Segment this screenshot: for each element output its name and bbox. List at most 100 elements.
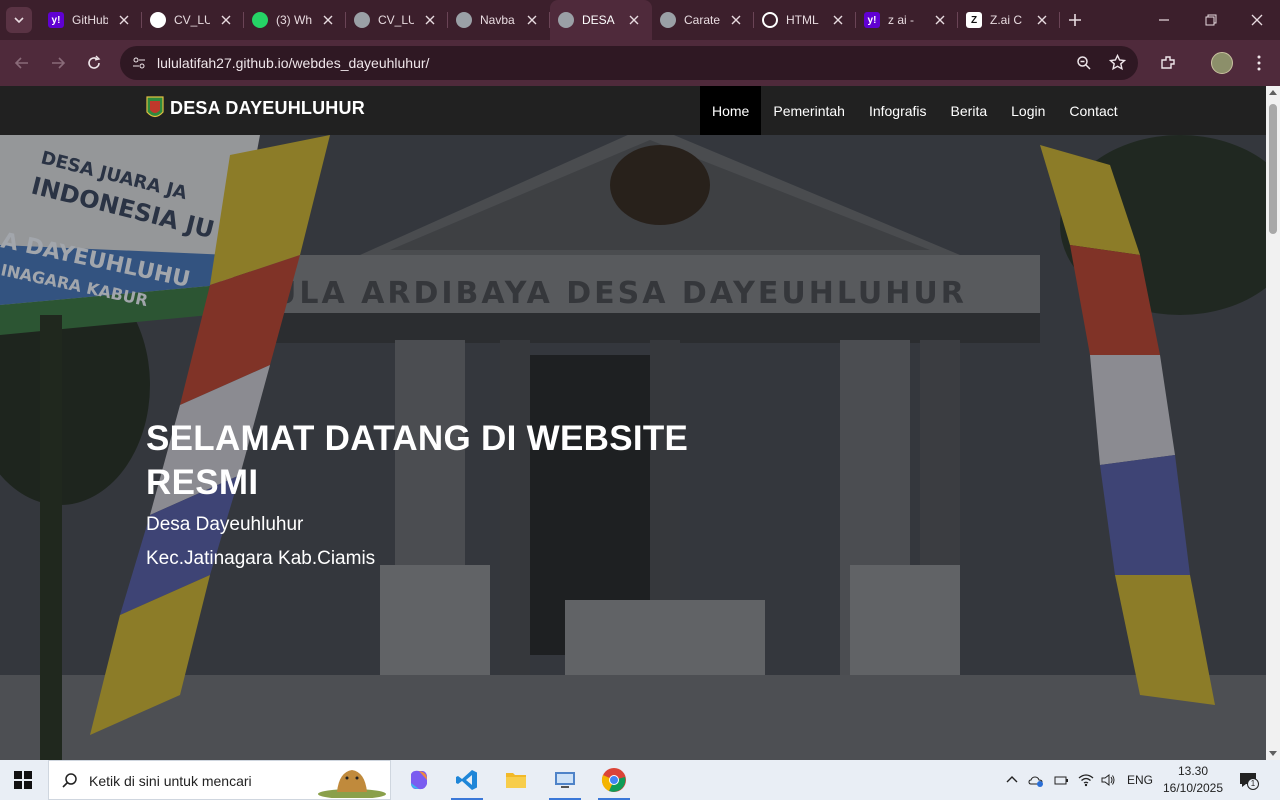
hero-subtitle-district: Kec.Jatinagara Kab.Ciamis [146,548,376,569]
notification-center-button[interactable]: 1 [1238,770,1259,790]
tab-title: (3) Wh [276,13,312,27]
taskbar-search-box[interactable]: Ketik di sini untuk mencari [48,760,391,800]
taskbar-vscode[interactable] [443,760,491,800]
bookmark-star-icon[interactable] [1109,54,1126,71]
taskbar-monitor-app[interactable] [541,760,589,800]
globe-icon [660,12,676,28]
github-icon [150,12,166,28]
close-tab-icon[interactable] [1034,12,1050,28]
tray-expand-icon[interactable] [1005,773,1019,787]
tab-title: GitHub [72,13,108,27]
menu-item-login[interactable]: Login [999,86,1057,135]
menu-item-berita[interactable]: Berita [939,86,1000,135]
zai-icon: Z [966,12,982,28]
brand-link[interactable]: DESA DAYEUHLUHUR [146,95,365,121]
clock-time: 13.30 [1177,764,1209,778]
new-tab-button[interactable] [1066,11,1084,29]
chevron-down-icon [14,17,24,24]
close-tab-icon[interactable] [626,12,642,28]
brand-text[interactable]: DESA DAYEUHLUHUR [170,98,365,119]
hero-section: ULA ARDIBAYA DESA DAYEUHLUHUR DESA JUARA… [0,135,1266,760]
profile-avatar[interactable] [1211,52,1233,74]
tab-title: Navba [480,13,515,27]
main-menu: Home Pemerintah Infografis Berita Login … [700,86,1130,135]
tab-title: CV_LU [378,13,414,27]
tab-search-button[interactable] [6,7,32,33]
notification-badge: 1 [1247,778,1259,790]
browser-tab[interactable]: CV_LU [346,0,448,40]
close-tab-icon[interactable] [218,12,234,28]
tab-title: DESA [582,13,615,27]
more-menu-icon[interactable] [1250,54,1268,72]
url-text[interactable]: lululatifah27.github.io/webdes_dayeuhluh… [157,55,429,71]
page-scrollbar[interactable] [1266,86,1280,760]
hero-subtitle-village: Desa Dayeuhluhur [146,514,304,535]
hero-title: SELAMAT DATANG DI WEBSITE RESMI [146,419,689,502]
close-tab-icon[interactable] [932,12,948,28]
scrollbar-thumb[interactable] [1269,104,1277,234]
close-tab-icon[interactable] [830,12,846,28]
browser-tab[interactable]: CV_LU [142,0,244,40]
extensions-icon[interactable] [1159,54,1177,72]
battery-plug-icon[interactable] [1053,772,1069,788]
system-clock[interactable]: 13.30 16/10/2025 [1158,763,1228,797]
language-indicator[interactable]: ENG [1127,773,1153,787]
tab-title: HTML [786,13,819,27]
menu-item-pemerintah[interactable]: Pemerintah [761,86,857,135]
taskbar-copilot[interactable] [395,760,443,800]
folder-icon [506,773,526,788]
browser-tab[interactable]: Navba [448,0,550,40]
browser-toolbar: lululatifah27.github.io/webdes_dayeuhluh… [0,40,1280,86]
site-info-icon[interactable] [131,55,147,71]
globe-icon [354,12,370,28]
site-navbar: DESA DAYEUHLUHUR Home Pemerintah Infogra… [0,86,1266,135]
address-bar[interactable]: lululatifah27.github.io/webdes_dayeuhluh… [120,46,1138,80]
onedrive-icon[interactable] [1028,772,1044,788]
close-tab-icon[interactable] [116,12,132,28]
tab-title: Z.ai C [990,13,1023,27]
browser-tab[interactable]: (3) Wh [244,0,346,40]
taskbar-file-explorer[interactable] [492,760,540,800]
forward-button[interactable] [49,54,67,72]
chrome-icon [601,768,626,792]
menu-item-contact[interactable]: Contact [1057,86,1129,135]
browser-tab[interactable]: DESA [550,0,652,40]
browser-tab[interactable]: Z Z.ai C [958,0,1060,40]
hero-text-block: SELAMAT DATANG DI WEBSITE RESMI Desa Day… [146,417,706,570]
copilot-icon [411,770,427,790]
openai-icon [762,12,778,28]
yahoo-icon: y! [48,12,64,28]
wifi-icon[interactable] [1078,772,1094,788]
restore-button[interactable] [1203,12,1219,28]
tab-title: Carate [684,13,720,27]
scroll-down-arrow-icon[interactable] [1269,751,1277,756]
search-icon [62,773,77,788]
yahoo-icon: y! [864,12,880,28]
monitor-app-icon [555,772,575,788]
vscode-icon [456,770,477,790]
close-tab-icon[interactable] [422,12,438,28]
close-tab-icon[interactable] [524,12,540,28]
menu-item-infografis[interactable]: Infografis [857,86,939,135]
zoom-icon[interactable] [1076,55,1092,71]
back-button[interactable] [13,54,31,72]
browser-tab-bar: y! GitHub CV_LU (3) Wh CV_LU Navba DESA Carate H… [0,0,1280,40]
browser-tab[interactable]: y! GitHub [40,0,142,40]
minimize-button[interactable] [1156,12,1172,28]
volume-icon[interactable] [1100,772,1116,788]
browser-tab[interactable]: y! z ai - [856,0,958,40]
whatsapp-icon [252,12,268,28]
browser-tab[interactable]: Carate [652,0,754,40]
windows-start-icon[interactable] [14,771,32,789]
browser-tab[interactable]: HTML [754,0,856,40]
close-tab-icon[interactable] [320,12,336,28]
scroll-up-arrow-icon[interactable] [1269,90,1277,95]
reload-button[interactable] [85,54,103,72]
close-window-button[interactable] [1249,12,1265,28]
menu-item-home[interactable]: Home [700,86,762,135]
taskbar-chrome[interactable] [590,760,638,800]
tab-title: CV_LU [174,13,210,27]
close-tab-icon[interactable] [728,12,744,28]
tab-separator [1059,12,1060,28]
windows-taskbar: Ketik di sini untuk mencari ENG 13.30 16… [0,760,1280,800]
